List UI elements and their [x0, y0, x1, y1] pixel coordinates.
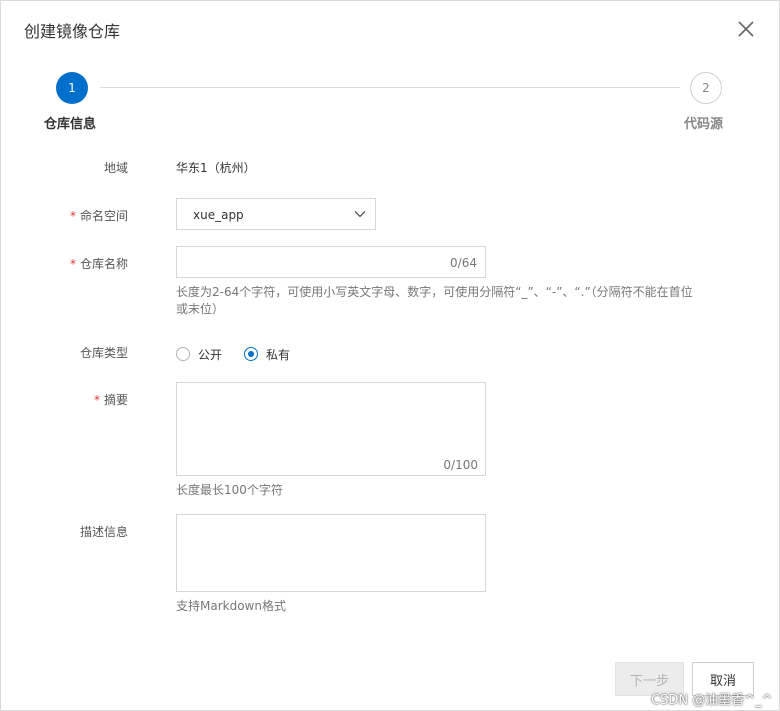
required-mark: *: [69, 209, 76, 223]
step-1-label: 仓库信息: [44, 117, 97, 132]
chevron-down-icon: [353, 207, 367, 221]
repo-name-input[interactable]: 0/64: [176, 246, 486, 278]
repo-type-radio-group: 公开 私有: [176, 346, 312, 362]
namespace-label: * 命名空间: [69, 209, 128, 223]
radio-private-circle: [244, 347, 259, 361]
description-help: 支持Markdown格式: [176, 599, 286, 613]
radio-private-label: 私有: [266, 347, 291, 362]
step-connector: [100, 87, 680, 88]
repo-name-help-line1: 长度为2-64个字符，可使用小写英文字母、数字，可使用分隔符“_”、“-”、“.…: [176, 285, 693, 299]
region-value: 华东1（杭州）: [176, 161, 256, 175]
namespace-select[interactable]: xue_app: [176, 198, 376, 230]
radio-public-label: 公开: [198, 347, 223, 362]
summary-label: * 摘要: [93, 393, 128, 407]
dialog-title: 创建镜像仓库: [24, 22, 121, 41]
radio-public-circle: [176, 347, 190, 361]
description-label: 描述信息: [79, 525, 128, 539]
description-textarea[interactable]: [176, 514, 486, 592]
close-icon[interactable]: [735, 18, 757, 40]
repo-name-label: * 仓库名称: [69, 257, 128, 271]
radio-private[interactable]: 私有: [244, 346, 290, 363]
step-2-indicator: 2: [690, 72, 722, 104]
required-mark: *: [93, 393, 100, 407]
summary-help: 长度最长100个字符: [176, 483, 283, 497]
repo-name-counter: 0/64: [450, 256, 477, 270]
watermark-text: CSDN @油墨香^_^: [651, 693, 773, 708]
required-mark: *: [69, 257, 76, 271]
step-2-label: 代码源: [684, 117, 724, 132]
create-repo-dialog: 创建镜像仓库 1 2 仓库信息 代码源 地域 华东1（杭州） * 命名空间 xue…: [0, 0, 780, 711]
summary-textarea[interactable]: 0/100: [176, 382, 486, 476]
region-label: 地域: [103, 161, 128, 175]
step-1-indicator: 1: [56, 72, 88, 104]
summary-counter: 0/100: [443, 458, 478, 472]
radio-public[interactable]: 公开: [176, 346, 222, 363]
repo-type-label: 仓库类型: [79, 346, 128, 360]
namespace-select-value: xue_app: [193, 208, 244, 222]
repo-name-help-line2: 或末位）: [176, 302, 225, 316]
